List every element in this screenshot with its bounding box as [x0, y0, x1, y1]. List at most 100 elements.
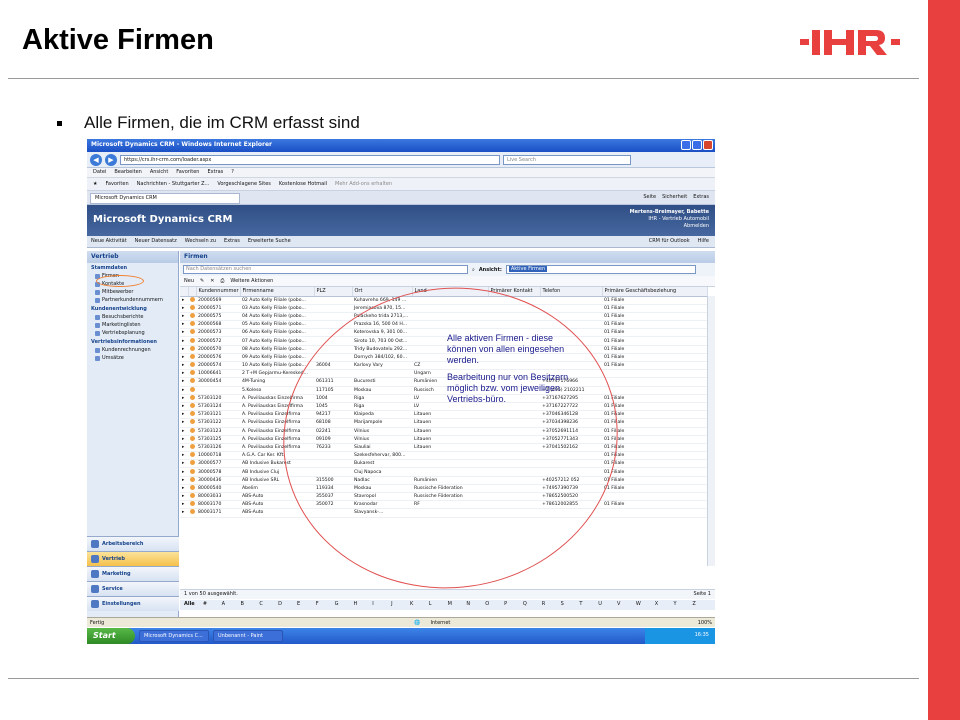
- expand-icon[interactable]: ▸: [180, 508, 188, 518]
- alphabet-letter[interactable]: S: [561, 601, 580, 609]
- expand-icon[interactable]: ▸: [180, 377, 188, 387]
- view-select[interactable]: Aktive Firmen: [505, 265, 696, 274]
- menu-bearbeiten[interactable]: Bearbeiten: [114, 169, 141, 176]
- wunderbar-arbeitsbereich[interactable]: Arbeitsbereich: [87, 536, 179, 551]
- expand-icon[interactable]: ▸: [180, 304, 188, 313]
- goto-menu[interactable]: Wechseln zu: [185, 238, 216, 245]
- expand-icon[interactable]: ▸: [180, 500, 188, 510]
- crm-outlook-link[interactable]: CRM für Outlook: [649, 238, 690, 244]
- wunderbar-vertrieb[interactable]: Vertrieb: [87, 551, 179, 566]
- expand-icon[interactable]: ▸: [180, 345, 188, 354]
- expand-icon[interactable]: ▸: [180, 369, 188, 379]
- alphabet-letter[interactable]: B: [240, 601, 259, 609]
- delete-icon[interactable]: ✕: [210, 278, 214, 284]
- alphabet-letter[interactable]: N: [466, 601, 485, 609]
- sidebar-item-kundenrechnungen[interactable]: Kundenrechnungen: [87, 346, 178, 354]
- expand-icon[interactable]: ▸: [180, 418, 188, 428]
- tool-sicherheit[interactable]: Sicherheit: [662, 194, 687, 200]
- sidebar-item-besuchsberichte[interactable]: Besuchsberichte: [87, 313, 178, 321]
- alphabet-letter[interactable]: G: [335, 601, 354, 609]
- expand-icon[interactable]: ▸: [180, 484, 188, 494]
- browser-tab[interactable]: Microsoft Dynamics CRM: [90, 193, 240, 204]
- expand-icon[interactable]: ▸: [180, 394, 188, 403]
- wunderbar-einstellungen[interactable]: Einstellungen: [87, 596, 179, 611]
- expand-icon[interactable]: ▸: [180, 467, 188, 477]
- back-icon[interactable]: ◀: [90, 153, 102, 166]
- expand-icon[interactable]: ▸: [180, 459, 188, 469]
- live-search-input[interactable]: Live Search: [503, 154, 631, 165]
- alphabet-letter[interactable]: D: [278, 601, 297, 609]
- sidebar-item-partnerkundennummern[interactable]: Partnerkundennummern: [87, 296, 178, 304]
- expand-icon[interactable]: ▸: [180, 296, 188, 305]
- column-header[interactable]: Kundennummer: [196, 287, 241, 297]
- menu-datei[interactable]: Datei: [93, 169, 106, 176]
- print-icon[interactable]: ⎙: [220, 278, 224, 284]
- new-button[interactable]: Neu: [184, 278, 194, 284]
- expand-icon[interactable]: ▸: [180, 320, 188, 330]
- menu-ansicht[interactable]: Ansicht: [150, 169, 168, 176]
- expand-icon[interactable]: ▸: [180, 386, 188, 395]
- alphabet-letter[interactable]: Z: [692, 601, 711, 609]
- edit-icon[interactable]: ✎: [200, 278, 204, 284]
- fav-link-nachrichten[interactable]: Nachrichten - Stuttgarter Z...: [137, 181, 210, 187]
- expand-icon[interactable]: ▸: [180, 328, 188, 338]
- alphabet-letter[interactable]: L: [429, 601, 448, 609]
- expand-icon[interactable]: ▸: [180, 451, 188, 461]
- alphabet-letter[interactable]: V: [617, 601, 636, 609]
- tool-seite[interactable]: Seite: [643, 194, 656, 200]
- expand-icon[interactable]: ▸: [180, 410, 188, 420]
- url-input[interactable]: https://crs.ihr-crm.com/loader.aspx: [120, 154, 500, 165]
- zoom-level[interactable]: 100%: [698, 620, 712, 626]
- logout-link[interactable]: Abmelden: [684, 223, 709, 229]
- more-actions-button[interactable]: Weitere Aktionen: [230, 278, 273, 284]
- record-search-input[interactable]: Nach Datensätzen suchen: [183, 265, 468, 274]
- tool-extras[interactable]: Extras: [693, 194, 709, 200]
- alphabet-letter[interactable]: C: [259, 601, 278, 609]
- alphabet-letter[interactable]: P: [504, 601, 523, 609]
- alphabet-letter[interactable]: W: [636, 601, 655, 609]
- column-header[interactable]: Primäre Geschäftsbeziehung: [602, 287, 708, 297]
- start-button[interactable]: Start: [87, 628, 135, 644]
- new-record-menu[interactable]: Neuer Datensatz: [135, 238, 177, 245]
- sidebar-item-umsaetze[interactable]: Umsätze: [87, 354, 178, 362]
- expand-icon[interactable]: ▸: [180, 312, 188, 322]
- sidebar-item-mitbewerber[interactable]: Mitbewerber: [87, 288, 178, 296]
- minimize-button[interactable]: [681, 140, 691, 150]
- wunderbar-service[interactable]: Service: [87, 581, 179, 596]
- taskbar-paint[interactable]: Unbenannt - Paint: [213, 630, 283, 642]
- expand-icon[interactable]: ▸: [180, 443, 188, 453]
- search-icon[interactable]: ⌕: [472, 267, 475, 273]
- menu-extras[interactable]: Extras: [207, 169, 223, 176]
- expand-icon[interactable]: ▸: [180, 427, 188, 436]
- alphabet-letter[interactable]: Alle: [184, 601, 203, 609]
- expand-icon[interactable]: ▸: [180, 476, 188, 485]
- alphabet-letter[interactable]: O: [485, 601, 504, 609]
- expand-icon[interactable]: ▸: [180, 353, 188, 363]
- alphabet-letter[interactable]: E: [297, 601, 316, 609]
- sidebar-item-marketinglisten[interactable]: Marketinglisten: [87, 321, 178, 329]
- expand-icon[interactable]: ▸: [180, 492, 188, 502]
- expand-icon[interactable]: ▸: [180, 435, 188, 444]
- forward-icon[interactable]: ▶: [105, 153, 117, 166]
- wunderbar-marketing[interactable]: Marketing: [87, 566, 179, 581]
- favorites-star-icon[interactable]: ★: [93, 181, 97, 187]
- close-button[interactable]: [703, 140, 713, 150]
- alphabet-letter[interactable]: F: [316, 601, 335, 609]
- alphabet-letter[interactable]: #: [203, 601, 222, 609]
- vertical-scrollbar[interactable]: [707, 296, 715, 566]
- column-header[interactable]: Firmenname: [240, 287, 315, 297]
- alphabet-letter[interactable]: A: [222, 601, 241, 609]
- alphabet-letter[interactable]: X: [655, 601, 674, 609]
- fav-link-addons[interactable]: Mehr Add-ons erhalten: [335, 181, 392, 187]
- advanced-find-button[interactable]: Erweiterte Suche: [248, 238, 291, 245]
- alphabet-letter[interactable]: K: [410, 601, 429, 609]
- alphabet-letter[interactable]: M: [448, 601, 467, 609]
- help-menu[interactable]: Hilfe: [698, 238, 709, 244]
- menu-help[interactable]: ?: [231, 169, 234, 176]
- menu-favoriten[interactable]: Favoriten: [176, 169, 199, 176]
- favorites-button[interactable]: Favoriten: [105, 181, 128, 187]
- alphabet-letter[interactable]: H: [353, 601, 372, 609]
- fav-link-suggested[interactable]: Vorgeschlagene Sites: [217, 181, 271, 187]
- alphabet-letter[interactable]: Y: [674, 601, 693, 609]
- alphabet-letter[interactable]: R: [542, 601, 561, 609]
